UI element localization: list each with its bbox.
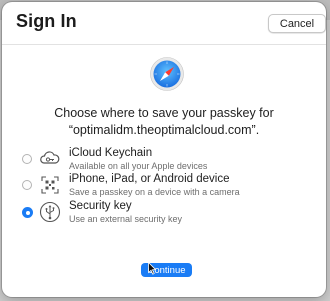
option-security-key[interactable]: Security key Use an external security ke… xyxy=(20,200,310,226)
radio-icloud-keychain[interactable] xyxy=(22,154,32,164)
option-subtitle: Use an external security key xyxy=(69,214,183,224)
radio-phone-device[interactable] xyxy=(22,180,32,190)
sign-in-dialog: Sign In Cancel Choose where to save your… xyxy=(2,2,326,297)
safari-icon xyxy=(150,57,184,91)
key-cloud-icon xyxy=(40,151,60,164)
radio-security-key[interactable] xyxy=(22,207,33,218)
option-phone-device[interactable]: iPhone, iPad, or Android device Save a p… xyxy=(20,173,310,199)
option-title: iPhone, iPad, or Android device xyxy=(69,173,230,185)
dialog-title: Sign In xyxy=(16,11,77,31)
option-title: Security key xyxy=(69,200,132,212)
usb-icon xyxy=(39,201,61,223)
mouse-cursor-icon xyxy=(148,262,156,275)
option-title: iCloud Keychain xyxy=(69,147,153,159)
prompt-line-1: Choose where to save your passkey for xyxy=(54,106,274,120)
option-icloud-keychain[interactable]: iCloud Keychain Available on all your Ap… xyxy=(20,147,310,173)
prompt-text: Choose where to save your passkey for “o… xyxy=(2,105,326,139)
option-subtitle: Available on all your Apple devices xyxy=(69,161,208,171)
prompt-line-2: “optimalidm.theoptimalcloud.com”. xyxy=(68,123,260,137)
cancel-button[interactable]: Cancel xyxy=(268,14,326,33)
header-divider xyxy=(2,44,326,45)
qr-code-icon xyxy=(41,176,59,194)
option-subtitle: Save a passkey on a device with a camera xyxy=(69,187,240,197)
